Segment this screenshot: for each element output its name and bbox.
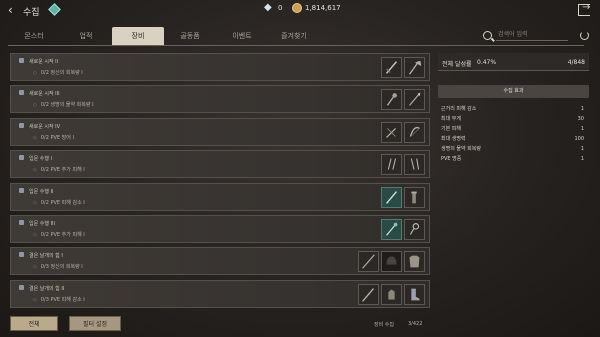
tabs-divider <box>8 45 584 46</box>
overall-progress: 전체 달성률 0.47% 4/848 <box>438 53 589 71</box>
collection-effect-list: 근거리 피해 감소 1 최대 무게 30 기본 피해 1 최대 생명력 100 생명의 … <box>438 104 589 164</box>
item-slots <box>381 154 425 176</box>
tab-antique[interactable]: 골동품 <box>164 27 216 45</box>
equipment-collect-count: 3/422 <box>408 321 423 327</box>
tab-favorites[interactable]: 즐겨찾기 <box>268 27 320 45</box>
equipment-collect-label: 장비 수집 <box>374 322 394 328</box>
lance-icon[interactable] <box>358 283 379 305</box>
row-title: 새로운 시작 IV <box>18 122 61 130</box>
boots-icon[interactable] <box>404 283 425 305</box>
effect-item: 최대 무게 30 <box>441 116 584 122</box>
exit-icon[interactable] <box>578 2 590 16</box>
collection-gem-icon <box>48 3 61 16</box>
item-slots <box>381 121 425 143</box>
collection-row[interactable]: 입문 수행 II ◇ 0/2 PVE 피해 감소 I <box>10 182 430 211</box>
row-progress: ◇ 0/2 PVE 추가 피해 I <box>33 231 85 238</box>
effect-item: 근거리 피해 감소 1 <box>441 106 584 112</box>
collection-row[interactable]: 입문 수행 III ◇ 0/2 PVE 추가 피해 I <box>10 214 430 243</box>
top-bar: ‹ 수집 ◆ 0 1,814,617 <box>0 0 600 22</box>
collection-row[interactable]: 결은 날개의 힘 I ◇ 0/3 정신의 회복량 I <box>10 247 430 276</box>
tab-equipment[interactable]: 장비 <box>112 27 164 45</box>
refresh-icon[interactable] <box>580 31 589 40</box>
effect-item: PVE 명중 1 <box>441 156 584 162</box>
effect-item: 기본 피해 1 <box>441 126 584 132</box>
row-title: 새로운 시작 II <box>18 58 59 65</box>
sword-icon[interactable] <box>381 57 402 78</box>
diamond-currency: ◆ 0 <box>264 2 283 13</box>
axe-icon[interactable] <box>404 57 425 78</box>
effect-item: 최대 생명력 100 <box>441 136 584 142</box>
blade-icon[interactable] <box>381 186 402 208</box>
completion-count: 4/848 <box>567 59 585 66</box>
completion-rate-label: 전체 달성률 <box>442 61 472 68</box>
scroll-icon[interactable] <box>404 186 425 208</box>
page-title: 수집 <box>23 8 40 18</box>
row-title: 입문 수행 III <box>18 219 56 227</box>
bow-icon[interactable] <box>404 121 425 143</box>
item-slots <box>381 57 425 78</box>
row-title: 입문 수행 I <box>18 155 53 163</box>
row-progress: ◇ 0/2 정신의 회복량 I <box>33 70 83 76</box>
row-progress: ◇ 0/2 PVE 추가 피해 I <box>33 167 85 174</box>
filter-settings-button[interactable]: 필터 설정 <box>69 316 121 331</box>
collection-summary-panel: 전체 달성률 0.47% 4/848 수집 효과 근거리 피해 감소 1 최대 무… <box>438 53 589 315</box>
gold-amount: 1,814,617 <box>305 4 341 12</box>
effect-item: 생명의 물약 회복량 1 <box>441 146 584 152</box>
collection-row[interactable]: 새로운 시작 III ◇ 0/2 생명의 물약 회복량 I <box>10 85 430 114</box>
gauntlet-icon[interactable] <box>381 283 402 305</box>
spear-icon[interactable] <box>404 89 425 111</box>
gold-currency: 1,814,617 <box>292 3 341 13</box>
item-slots <box>381 89 425 111</box>
mace-icon[interactable] <box>381 89 402 111</box>
item-slots <box>381 186 425 208</box>
row-progress: ◇ 0/2 PVE 방어 I <box>33 134 74 141</box>
spear-icon[interactable] <box>358 251 379 273</box>
collection-row[interactable]: 입문 수행 I ◇ 0/2 PVE 추가 피해 I <box>10 150 430 179</box>
row-title: 새로운 시작 III <box>19 90 60 98</box>
row-progress: ◇ 0/2 PVE 피해 감소 I <box>33 199 85 206</box>
helmet-icon[interactable] <box>381 251 402 273</box>
search-input[interactable] <box>496 29 568 41</box>
crossbow-icon[interactable] <box>381 121 402 143</box>
row-title: 결은 날개의 힘 II <box>18 284 65 292</box>
tab-achievement[interactable]: 업적 <box>60 27 112 45</box>
all-button[interactable]: 전체 <box>10 316 58 331</box>
claws-icon[interactable] <box>404 154 425 176</box>
row-progress: ◇ 0/3 PVE 피해 감소 I <box>33 296 85 303</box>
tab-monster[interactable]: 몬스터 <box>8 27 60 45</box>
daggers-icon[interactable] <box>381 154 402 176</box>
collection-row[interactable]: 새로운 시작 II ◇ 0/2 정신의 회복량 I <box>10 53 430 81</box>
armor-icon[interactable] <box>404 251 425 273</box>
row-title: 결은 날개의 힘 I <box>19 252 63 260</box>
item-slots <box>358 251 425 273</box>
row-progress: ◇ 0/2 생명의 물약 회복량 I <box>33 102 94 109</box>
item-slots <box>358 283 425 305</box>
collection-effect-header: 수집 효과 <box>438 85 589 98</box>
gold-coin-icon <box>292 3 302 13</box>
row-title: 입문 수행 II <box>19 187 54 195</box>
collection-row[interactable]: 새로운 시작 IV ◇ 0/2 PVE 방어 I <box>10 117 430 146</box>
diamond-icon: ◆ <box>264 2 272 13</box>
category-tabs: 몬스터 업적 장비 골동품 이벤트 즐겨찾기 <box>8 27 438 45</box>
diamond-amount: 0 <box>278 3 283 12</box>
tab-event[interactable]: 이벤트 <box>216 27 268 45</box>
item-slots <box>381 218 425 240</box>
collection-list: 새로운 시작 II ◇ 0/2 정신의 회복량 I 새로운 시작 III ◇ 0/2… <box>10 53 430 312</box>
row-progress: ◇ 0/3 정신의 회복량 I <box>33 264 83 271</box>
collection-row[interactable]: 결은 날개의 힘 II ◇ 0/3 PVE 피해 감소 I <box>10 279 430 308</box>
staff-icon[interactable] <box>381 218 402 240</box>
completion-rate-value: 0.47% <box>477 59 497 66</box>
search-icon[interactable] <box>483 31 492 40</box>
back-arrow-icon[interactable]: ‹ <box>8 3 13 17</box>
key-icon[interactable] <box>404 218 425 240</box>
